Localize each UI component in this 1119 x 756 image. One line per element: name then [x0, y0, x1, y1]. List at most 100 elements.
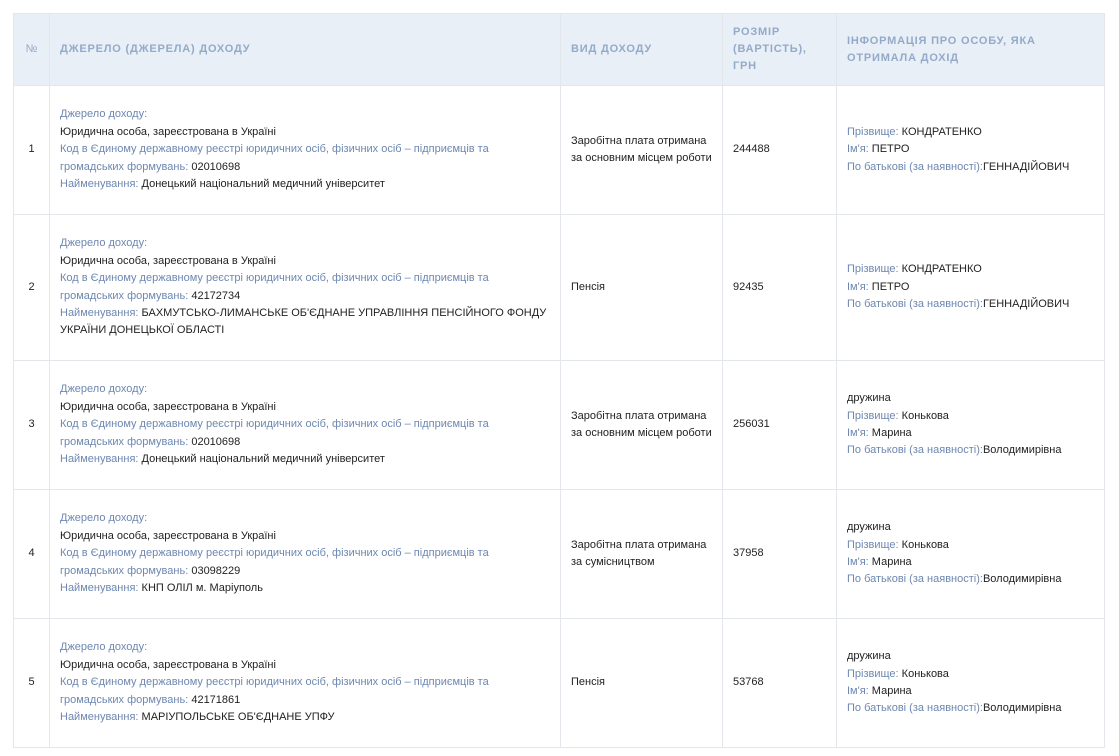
surname-label: Прізвище:	[847, 409, 899, 422]
patronymic-label: По батькові (за наявності):	[847, 298, 983, 311]
row-number: 4	[13, 489, 50, 619]
organization-name-value: Донецький національний медичний універси…	[141, 178, 385, 191]
patronymic-value: Володимирівна	[982, 573, 1062, 586]
income-source-cell: Джерело доходу: Юридична особа, зареєстр…	[49, 489, 561, 619]
income-table-container: № ДЖЕРЕЛО (ДЖЕРЕЛА) ДОХОДУ ВИД ДОХОДУ РО…	[13, 13, 1105, 748]
first-name-value: Марина	[871, 685, 912, 697]
surname-label: Прізвище:	[847, 263, 899, 276]
patronymic-value: ГЕННАДІЙОВИЧ	[982, 160, 1070, 173]
registry-code-label: Код в Єдиному державному реєстрі юридичн…	[60, 143, 489, 173]
relation: дружина	[847, 650, 891, 663]
row-number: 2	[13, 214, 50, 361]
first-name: Ім'я: Марина	[847, 683, 1094, 700]
first-name-value: Марина	[871, 427, 912, 439]
header-amount: РОЗМІР (ВАРТІСТЬ), ГРН	[722, 13, 837, 86]
organization-name-value: МАРІУПОЛЬСЬКЕ ОБ'ЄДНАНЕ УПФУ	[141, 711, 335, 724]
amount-cell: 53768	[722, 618, 837, 748]
surname-label: Прізвище:	[847, 538, 899, 551]
registry-code-label: Код в Єдиному державному реєстрі юридичн…	[60, 547, 489, 577]
registry-code-value: 03098229	[191, 564, 241, 577]
entity-type: Юридична особа, зареєстрована в Україні	[60, 658, 276, 671]
income-type-cell: Пенсія	[560, 618, 723, 748]
patronymic-label: По батькові (за наявності):	[847, 160, 983, 173]
first-name-label: Ім'я:	[847, 280, 869, 293]
row-number: 1	[13, 85, 50, 215]
recipient-cell: Прізвище: КОНДРАТЕНКО Ім'я: ПЕТРО По бат…	[836, 85, 1105, 215]
income-source-cell: Джерело доходу: Юридична особа, зареєстр…	[49, 618, 561, 748]
amount-cell: 92435	[722, 214, 837, 361]
amount-cell: 244488	[722, 85, 837, 215]
amount-cell: 37958	[722, 489, 837, 619]
source-title-label: Джерело доходу:	[60, 237, 148, 250]
patronymic-label: По батькові (за наявності):	[847, 573, 983, 586]
row-number: 5	[13, 618, 50, 748]
organization-name-label: Найменування:	[60, 453, 139, 466]
surname-value: Конькова	[901, 409, 949, 422]
patronymic: По батькові (за наявності):Володимирівна	[847, 442, 1094, 459]
organization-name-label: Найменування:	[60, 306, 139, 319]
income-type-cell: Заробітна плата отримана за сумісництвом	[560, 489, 723, 619]
organization-name-value: Донецький національний медичний універси…	[141, 453, 385, 466]
organization-name-label: Найменування:	[60, 178, 139, 191]
organization-name: Найменування: Донецький національний мед…	[60, 451, 550, 468]
source-title-label: Джерело доходу:	[60, 641, 148, 654]
header-number: №	[13, 13, 50, 86]
registry-code-value: 02010698	[191, 435, 241, 448]
header-row: № ДЖЕРЕЛО (ДЖЕРЕЛА) ДОХОДУ ВИД ДОХОДУ РО…	[13, 13, 1105, 86]
income-source-cell: Джерело доходу: Юридична особа, зареєстр…	[49, 360, 561, 490]
row-number: 3	[13, 360, 50, 490]
patronymic-value: Володимирівна	[982, 444, 1062, 457]
income-source-cell: Джерело доходу: Юридична особа, зареєстр…	[49, 214, 561, 361]
patronymic: По батькові (за наявності):Володимирівна	[847, 700, 1094, 717]
source-title-label: Джерело доходу:	[60, 108, 148, 121]
surname-label: Прізвище:	[847, 667, 899, 680]
table-header: № ДЖЕРЕЛО (ДЖЕРЕЛА) ДОХОДУ ВИД ДОХОДУ РО…	[13, 13, 1105, 86]
surname-value: КОНДРАТЕНКО	[901, 125, 982, 138]
organization-name: Найменування: БАХМУТСЬКО-ЛИМАНСЬКЕ ОБ'ЄД…	[60, 305, 550, 340]
surname: Прізвище: КОНДРАТЕНКО	[847, 124, 1094, 141]
first-name-value: ПЕТРО	[871, 143, 910, 156]
table-row: 2 Джерело доходу: Юридична особа, зареєс…	[13, 214, 1105, 361]
source-title-label: Джерело доходу:	[60, 512, 148, 525]
income-type-cell: Пенсія	[560, 214, 723, 361]
relation: дружина	[847, 521, 891, 534]
first-name: Ім'я: ПЕТРО	[847, 141, 1094, 158]
income-table: № ДЖЕРЕЛО (ДЖЕРЕЛА) ДОХОДУ ВИД ДОХОДУ РО…	[13, 13, 1105, 748]
entity-type: Юридична особа, зареєстрована в Україні	[60, 400, 276, 413]
recipient-cell: дружина Прізвище: Конькова Ім'я: Марина …	[836, 489, 1105, 619]
registry-code: Код в Єдиному державному реєстрі юридичн…	[60, 270, 550, 305]
organization-name-label: Найменування:	[60, 582, 139, 595]
header-income-type: ВИД ДОХОДУ	[560, 13, 723, 86]
income-source-cell: Джерело доходу: Юридична особа, зареєстр…	[49, 85, 561, 215]
registry-code: Код в Єдиному державному реєстрі юридичн…	[60, 674, 550, 709]
patronymic-label: По батькові (за наявності):	[847, 444, 983, 457]
organization-name: Найменування: МАРІУПОЛЬСЬКЕ ОБ'ЄДНАНЕ УП…	[60, 709, 550, 726]
registry-code-label: Код в Єдиному державному реєстрі юридичн…	[60, 676, 489, 706]
recipient-cell: Прізвище: КОНДРАТЕНКО Ім'я: ПЕТРО По бат…	[836, 214, 1105, 361]
first-name: Ім'я: ПЕТРО	[847, 279, 1094, 296]
first-name-label: Ім'я:	[847, 556, 869, 568]
registry-code: Код в Єдиному державному реєстрі юридичн…	[60, 416, 550, 451]
income-type-cell: Заробітна плата отримана за основним міс…	[560, 360, 723, 490]
table-row: 3 Джерело доходу: Юридична особа, зареєс…	[13, 360, 1105, 490]
organization-name-value: КНП ОЛІЛ м. Маріуполь	[141, 582, 263, 595]
registry-code-value: 42171861	[191, 693, 241, 706]
registry-code-label: Код в Єдиному державному реєстрі юридичн…	[60, 272, 489, 302]
surname: Прізвище: Конькова	[847, 408, 1094, 425]
entity-type: Юридична особа, зареєстрована в Україні	[60, 254, 276, 267]
patronymic-value: ГЕННАДІЙОВИЧ	[982, 298, 1070, 311]
registry-code: Код в Єдиному державному реєстрі юридичн…	[60, 141, 550, 176]
header-recipient-info: ІНФОРМАЦІЯ ПРО ОСОБУ, ЯКА ОТРИМАЛА ДОХІД	[836, 13, 1105, 86]
first-name-label: Ім'я:	[847, 143, 869, 156]
registry-code-value: 02010698	[191, 160, 241, 173]
first-name-label: Ім'я:	[847, 685, 869, 697]
patronymic-label: По батькові (за наявності):	[847, 702, 983, 715]
surname-value: Конькова	[901, 538, 949, 551]
table-row: 1 Джерело доходу: Юридична особа, зареєс…	[13, 85, 1105, 215]
table-row: 4 Джерело доходу: Юридична особа, зареєс…	[13, 489, 1105, 619]
table-row: 5 Джерело доходу: Юридична особа, зареєс…	[13, 618, 1105, 748]
surname: Прізвище: Конькова	[847, 537, 1094, 554]
source-title-label: Джерело доходу:	[60, 383, 148, 396]
header-income-source: ДЖЕРЕЛО (ДЖЕРЕЛА) ДОХОДУ	[49, 13, 561, 86]
registry-code-label: Код в Єдиному державному реєстрі юридичн…	[60, 418, 489, 448]
